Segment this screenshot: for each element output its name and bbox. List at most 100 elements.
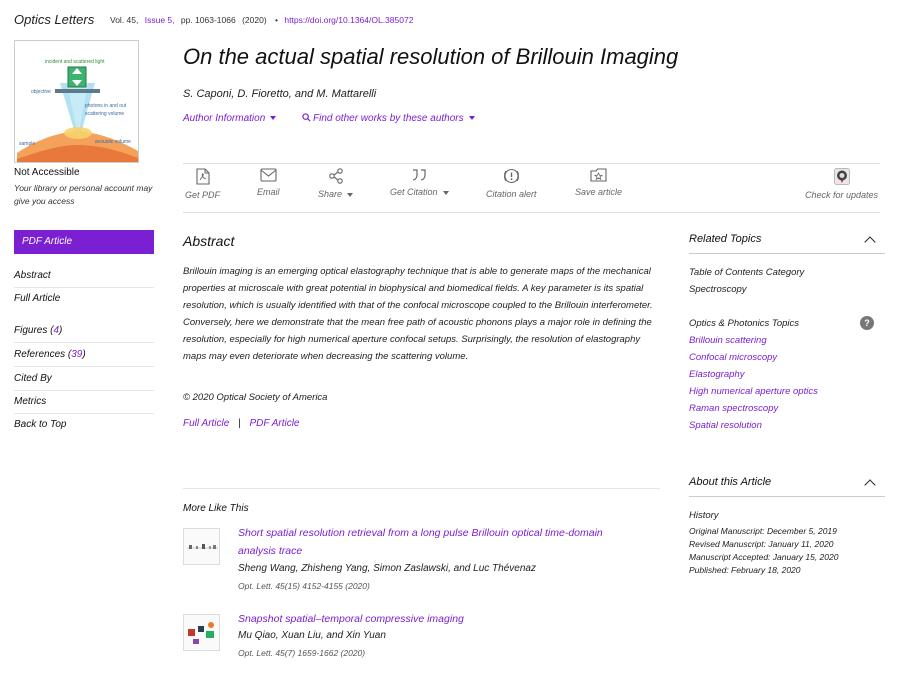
tool-label: Get PDF — [185, 190, 221, 200]
article-cover-image[interactable]: incident and scattered light objective p… — [14, 40, 139, 163]
share-icon — [328, 168, 343, 184]
nav-label: Back to Top — [14, 419, 67, 430]
nav-cited-by[interactable]: Cited By — [14, 373, 154, 391]
more-like-this-divider — [183, 488, 660, 489]
toolbar-divider-bottom — [183, 212, 880, 213]
cover-label-acoustic: acoustic volume — [95, 139, 131, 145]
volume: Vol. 45, — [110, 15, 139, 25]
toolbar-divider-top — [183, 163, 880, 164]
topic-link[interactable]: Brillouin scattering — [689, 335, 767, 346]
tool-label: Check for updates — [805, 190, 879, 200]
find-works-dropdown[interactable]: Find other works by these authors — [302, 113, 475, 124]
caret-down-icon — [442, 190, 449, 195]
share-dropdown[interactable]: Share — [318, 168, 354, 199]
nav-full-article[interactable]: Full Article — [14, 293, 154, 310]
caret-down-icon — [468, 116, 475, 121]
find-works-label: Find other works by these authors — [313, 113, 464, 124]
about-article-heading[interactable]: About this Article — [689, 476, 771, 488]
pdf-icon — [195, 168, 210, 185]
save-folder-icon — [590, 168, 607, 182]
references-count: 39 — [71, 349, 83, 360]
crossmark-icon — [833, 168, 850, 185]
nav-references[interactable]: References (39) — [14, 349, 154, 367]
chevron-up-icon[interactable] — [864, 479, 876, 491]
year: (2020) — [242, 15, 267, 25]
save-article-button[interactable]: Save article — [575, 168, 622, 197]
tool-label: Get Citation — [390, 187, 438, 197]
nav-abstract[interactable]: Abstract — [14, 270, 154, 288]
related-article-authors: Mu Qiao, Xuan Liu, and Xin Yuan — [238, 630, 386, 641]
journal-name[interactable]: Optics Letters — [14, 12, 94, 27]
quote-icon — [413, 169, 426, 181]
citation-alert-button[interactable]: Citation alert — [486, 168, 537, 199]
related-article-citation: Opt. Lett. 45(15) 4152-4155 (2020) — [238, 581, 370, 591]
pdf-article-button[interactable]: PDF Article — [14, 230, 154, 254]
author-information-dropdown[interactable]: Author Information — [183, 113, 277, 124]
get-citation-dropdown[interactable]: Get Citation — [390, 168, 449, 197]
toc-category-value: Spectroscopy — [689, 284, 747, 295]
nav-label: References — [14, 349, 66, 360]
related-topics-heading[interactable]: Related Topics — [689, 233, 761, 245]
copyright: © 2020 Optical Society of America — [183, 392, 328, 403]
citation-meta: Vol. 45, Issue 5, pp. 1063-1066 (2020) •… — [110, 15, 413, 25]
full-article-link[interactable]: Full Article — [183, 418, 229, 429]
tool-label: Citation alert — [486, 189, 537, 199]
doi-link[interactable]: https://doi.org/10.1364/OL.385072 — [284, 15, 413, 25]
nav-back-to-top[interactable]: Back to Top — [14, 419, 154, 436]
topic-link[interactable]: High numerical aperture optics — [689, 386, 818, 397]
history-label: History — [689, 510, 719, 521]
topic-link[interactable]: Confocal microscopy — [689, 352, 777, 363]
topics-label: Optics & Photonics Topics — [689, 318, 800, 329]
article-title: On the actual spatial resolution of Bril… — [183, 44, 679, 69]
pdf-article-link[interactable]: PDF Article — [249, 418, 299, 429]
cover-label-photons: photons in and out — [85, 103, 127, 109]
topic-link[interactable]: Elastography — [689, 369, 744, 380]
topic-link[interactable]: Spatial resolution — [689, 420, 762, 431]
related-article-thumbnail[interactable] — [183, 614, 220, 651]
nav-label: Metrics — [14, 396, 47, 407]
related-article-title[interactable]: Short spatial resolution retrieval from … — [238, 524, 638, 560]
caret-down-icon — [270, 116, 277, 121]
nav-label: Full Article — [14, 293, 61, 304]
related-article-citation: Opt. Lett. 45(7) 1659-1662 (2020) — [238, 648, 366, 658]
access-note: Your library or personal account may giv… — [14, 183, 153, 206]
related-article-thumbnail[interactable] — [183, 528, 220, 565]
figures-count: 4 — [53, 325, 60, 336]
article-authors: S. Caponi, D. Fioretto, and M. Mattarell… — [183, 88, 377, 100]
toc-category-label: Table of Contents Category — [689, 267, 805, 278]
nav-metrics[interactable]: Metrics — [14, 396, 154, 414]
history-entry: Revised Manuscript: January 11, 2020 — [689, 539, 834, 549]
email-button[interactable]: Email — [257, 168, 280, 197]
tool-label: Share — [318, 189, 343, 199]
cover-label-top: incident and scattered light — [45, 59, 105, 65]
pages: pp. 1063-1066 — [180, 15, 236, 25]
tool-label: Save article — [575, 187, 623, 197]
nav-label: Cited By — [14, 373, 52, 384]
alert-icon — [503, 168, 519, 184]
search-icon — [302, 113, 311, 122]
abstract-heading: Abstract — [183, 233, 235, 249]
related-article-title[interactable]: Snapshot spatial–temporal compressive im… — [238, 610, 638, 628]
cover-illustration: incident and scattered light objective p… — [15, 41, 138, 162]
topic-link[interactable]: Raman spectroscopy — [689, 403, 778, 414]
nav-figures[interactable]: Figures (4) — [14, 325, 154, 343]
get-pdf-button[interactable]: Get PDF — [185, 168, 220, 200]
history-entry: Original Manuscript: December 5, 2019 — [689, 526, 837, 536]
chevron-up-icon[interactable] — [864, 236, 876, 248]
cover-label-sample: sample — [19, 141, 35, 147]
cover-label-scattering: scattering volume — [85, 111, 124, 117]
help-icon[interactable]: ? — [860, 316, 874, 330]
history-entry: Published: February 18, 2020 — [689, 565, 801, 575]
nav-label: Figures — [14, 325, 48, 336]
related-article-authors: Sheng Wang, Zhisheng Yang, Simon Zaslaws… — [238, 563, 536, 574]
author-info-label: Author Information — [183, 113, 266, 124]
bullet: • — [275, 15, 279, 25]
check-for-updates-button[interactable]: Check for updates — [805, 168, 878, 200]
abstract-links: Full Article | PDF Article — [183, 418, 300, 429]
about-divider — [689, 496, 885, 497]
more-like-this-heading: More Like This — [183, 503, 249, 514]
issue-link[interactable]: Issue 5, — [145, 15, 175, 25]
tool-label: Email — [257, 187, 280, 197]
abstract-text: Brillouin imaging is an emerging optical… — [183, 266, 653, 362]
cover-label-objective: objective — [31, 89, 51, 95]
